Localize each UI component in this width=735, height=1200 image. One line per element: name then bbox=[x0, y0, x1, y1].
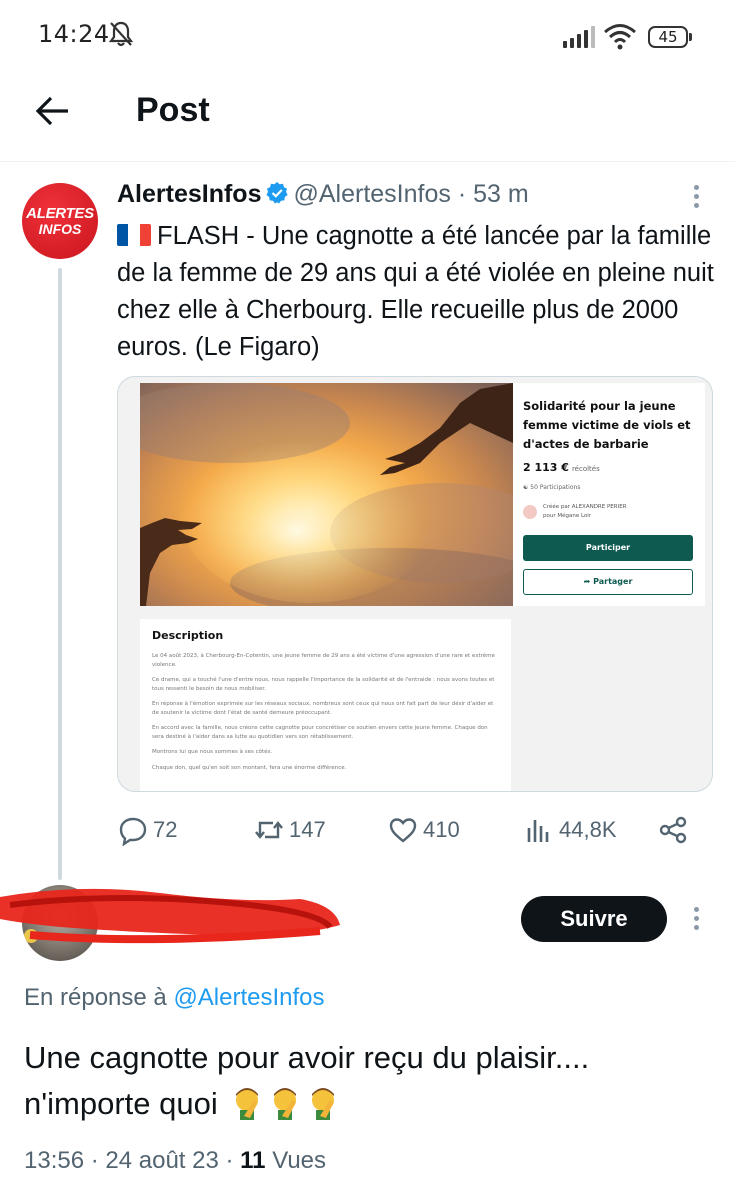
more-options-icon[interactable] bbox=[690, 905, 704, 931]
arrow-left-icon[interactable] bbox=[34, 94, 72, 128]
reply-meta: 13:56 · 24 août 23 · 11 Vues bbox=[24, 1147, 326, 1175]
like-button[interactable]: 410 bbox=[387, 810, 460, 850]
fundraiser-amount: 2 113 € récoltés bbox=[523, 461, 600, 474]
share-fundraiser-button: ➦ Partager bbox=[523, 569, 693, 595]
battery-level: 45 bbox=[658, 28, 678, 46]
facepalm-emoji-icon bbox=[274, 1088, 297, 1120]
share-button[interactable] bbox=[657, 810, 693, 850]
reply-date: 24 août 23 bbox=[105, 1147, 219, 1174]
creator-line-1: Créée par ALEXANDRE PERIER bbox=[543, 504, 627, 510]
battery-icon: 45 bbox=[648, 26, 692, 48]
media-photo bbox=[140, 383, 513, 606]
tweet-time[interactable]: 53 m bbox=[473, 180, 529, 208]
retweet-count: 147 bbox=[289, 817, 326, 842]
author-name[interactable]: AlertesInfos bbox=[117, 180, 261, 208]
page-title: Post bbox=[136, 91, 210, 129]
description-paragraph: Montrons lui que nous sommes à ses côtés… bbox=[152, 749, 273, 755]
description-paragraph: Chaque don, quel qu'en soit son montant,… bbox=[152, 764, 347, 771]
share-icon bbox=[659, 816, 687, 844]
share-arrow-icon: ➦ bbox=[583, 577, 594, 586]
share-button-label: Partager bbox=[593, 577, 633, 586]
creator-avatar bbox=[523, 505, 537, 519]
facepalm-emoji-icon bbox=[236, 1088, 259, 1120]
views-number: 11 bbox=[240, 1147, 266, 1174]
reply-icon bbox=[119, 817, 147, 846]
amount-value: 2 113 € bbox=[523, 461, 569, 474]
retweet-button[interactable]: 147 bbox=[253, 810, 326, 850]
redaction-scribble bbox=[0, 888, 340, 944]
app-header: Post bbox=[0, 76, 735, 162]
tweet-actions: 72 147 410 44,8K bbox=[117, 810, 717, 850]
description-paragraph: En accord avec la famille, nous créons c… bbox=[152, 725, 488, 740]
separator-dot: · bbox=[450, 180, 474, 208]
description-paragraph: Ce drame, qui a touché l'une d'entre nou… bbox=[152, 677, 495, 692]
status-bar: 14:24 45 bbox=[0, 0, 735, 76]
bell-off-icon bbox=[108, 21, 134, 47]
participations-text: 50 Participations bbox=[530, 484, 581, 491]
views-label: Vues bbox=[272, 1147, 327, 1174]
views-count: 44,8K bbox=[559, 817, 617, 842]
status-time: 14:24 bbox=[38, 20, 110, 48]
reply-to-mention[interactable]: @AlertesInfos bbox=[173, 984, 324, 1011]
fundraiser-description: Description Le 04 août 2023, à Cherbourg… bbox=[140, 619, 511, 791]
heart-icon bbox=[389, 818, 417, 843]
meta-separator: · bbox=[218, 1147, 241, 1174]
more-options-icon[interactable] bbox=[690, 183, 704, 209]
fundraiser-title: Solidarité pour la jeune femme victime d… bbox=[523, 399, 691, 451]
reply-text: Une cagnotte pour avoir reçu du plaisir.… bbox=[24, 1035, 714, 1127]
reaching-hands-image bbox=[140, 383, 513, 606]
description-paragraph: Le 04 août 2023, à Cherbourg-En-Cotentin… bbox=[152, 653, 495, 668]
wifi-icon bbox=[604, 24, 636, 50]
reply-time: 13:56 bbox=[24, 1147, 85, 1174]
description-title: Description bbox=[152, 629, 224, 642]
amount-suffix: récoltés bbox=[571, 465, 600, 473]
tweet-text: FLASH - Une cagnotte a été lancée par la… bbox=[117, 218, 717, 366]
reply-button[interactable]: 72 bbox=[117, 810, 177, 850]
signal-icon bbox=[563, 26, 595, 48]
reply-context: En réponse à @AlertesInfos bbox=[24, 984, 325, 1012]
fundraiser-creator: Créée par ALEXANDRE PERIER pour Mégane Lo… bbox=[523, 503, 627, 521]
tweet-body: FLASH - Une cagnotte a été lancée par la… bbox=[117, 222, 714, 361]
france-flag-icon bbox=[117, 224, 151, 246]
thread-line bbox=[58, 268, 62, 880]
like-count: 410 bbox=[423, 817, 460, 842]
author-handle[interactable]: @AlertesInfos bbox=[293, 180, 450, 208]
views-chart-icon bbox=[527, 820, 549, 842]
reply-count: 72 bbox=[153, 817, 178, 842]
creator-line-2: pour Mégane Loir bbox=[543, 513, 592, 519]
tweet-media[interactable]: Solidarité pour la jeune femme victime d… bbox=[117, 376, 713, 792]
participations-count: ☯ 50 Participations bbox=[523, 484, 580, 491]
meta-separator: · bbox=[84, 1147, 106, 1174]
verified-badge-icon bbox=[266, 182, 289, 204]
avatar-logo-text-bottom: INFOS bbox=[38, 221, 82, 237]
description-paragraph: En réponse à l'émotion exprimée sur les … bbox=[152, 701, 494, 716]
views-button[interactable]: 44,8K bbox=[523, 810, 617, 850]
facepalm-emoji-icon bbox=[312, 1088, 335, 1120]
retweet-icon bbox=[255, 821, 283, 839]
participate-button: Participer bbox=[523, 535, 693, 561]
follow-button[interactable]: Suivre bbox=[521, 896, 667, 942]
tweet-header: AlertesInfos @AlertesInfos · 53 m bbox=[117, 180, 529, 214]
author-avatar[interactable]: ALERTES INFOS bbox=[22, 183, 98, 259]
reply-to-prefix: En réponse à bbox=[24, 984, 174, 1011]
avatar-logo-text-top: ALERTES bbox=[26, 205, 94, 222]
fundraiser-panel: Solidarité pour la jeune femme victime d… bbox=[513, 383, 705, 606]
